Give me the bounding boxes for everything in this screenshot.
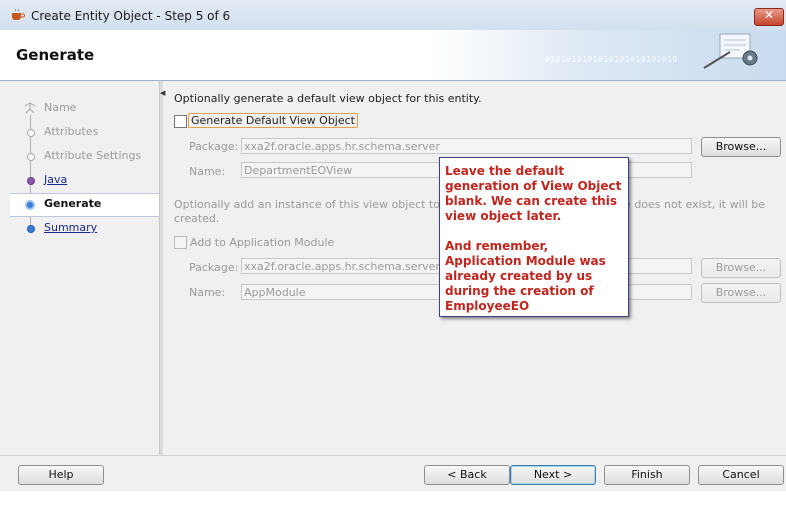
step-node [27, 225, 35, 233]
callout-paragraph-1: Leave the default generation of View Obj… [445, 164, 622, 223]
step-java[interactable]: Java [10, 169, 159, 193]
step-label: Generate [44, 197, 102, 210]
step-label: Name [44, 101, 77, 114]
am-name-browse-button[interactable]: Browse... [701, 283, 781, 303]
finish-button[interactable]: Finish [604, 465, 690, 485]
coffee-cup-icon [12, 9, 25, 20]
add-app-module-label[interactable]: Add to Application Module [190, 236, 334, 249]
generate-view-object-checkbox[interactable] [174, 115, 187, 128]
annotation-callout: Leave the default generation of View Obj… [439, 157, 629, 317]
bottom-strip [0, 491, 786, 512]
close-button[interactable]: ✕ [754, 8, 784, 26]
page-title: Generate [16, 46, 95, 64]
step-node [27, 129, 35, 137]
step-label[interactable]: Java [44, 173, 67, 186]
step-node [27, 153, 35, 161]
generate-view-object-text: Generate Default View Object [191, 114, 355, 127]
step-attribute-settings: Attribute Settings [10, 145, 159, 169]
wizard-body: Name Attributes Attribute Settings Java … [0, 81, 786, 457]
am-package-label: Package: [189, 261, 239, 274]
binary-decoration: 0101010101010101010101010 [545, 55, 678, 64]
back-button[interactable]: < Back [424, 465, 510, 485]
step-summary[interactable]: Summary [10, 217, 159, 241]
step-attributes: Attributes [10, 121, 159, 145]
close-icon: ✕ [763, 8, 775, 22]
wizard-header: Generate 0101010101010101010101010 [0, 30, 786, 81]
step-generate: Generate [10, 193, 159, 217]
dialog-window: Create Entity Object - Step 5 of 6 ✕ Gen… [0, 0, 786, 512]
step-label: Attribute Settings [44, 149, 142, 162]
step-name: Name [10, 97, 159, 121]
app-module-intro: Optionally add an instance of this view … [174, 198, 482, 211]
vo-package-label: Package: [189, 140, 239, 153]
panel-splitter[interactable]: ◀ [160, 81, 166, 457]
am-name-label: Name: [189, 286, 226, 299]
wizard-gear-icon [703, 33, 758, 69]
generate-view-object-label[interactable]: Generate Default View Object [188, 113, 358, 128]
app-module-intro-line2: created. [174, 212, 220, 225]
cancel-button[interactable]: Cancel [698, 465, 784, 485]
window-title: Create Entity Object - Step 5 of 6 [31, 9, 231, 23]
next-button[interactable]: Next > [510, 465, 596, 485]
add-app-module-checkbox[interactable] [174, 236, 187, 249]
steps-panel: Name Attributes Attribute Settings Java … [10, 81, 160, 457]
steps-list: Name Attributes Attribute Settings Java … [10, 97, 159, 241]
view-object-intro: Optionally generate a default view objec… [174, 92, 482, 105]
help-button[interactable]: Help [18, 465, 104, 485]
person-step-icon [24, 102, 36, 114]
step-label[interactable]: Summary [44, 221, 97, 234]
wizard-footer: Help < Back Next > Finish Cancel [0, 455, 786, 492]
step-node [25, 200, 35, 210]
vo-browse-button[interactable]: Browse... [701, 137, 781, 157]
title-bar[interactable]: Create Entity Object - Step 5 of 6 ✕ [0, 0, 786, 31]
vo-name-label: Name: [189, 165, 226, 178]
callout-paragraph-2: And remember, Application Module was alr… [445, 239, 606, 313]
step-label: Attributes [44, 125, 99, 138]
splitter-arrow-icon: ◀ [160, 89, 166, 97]
app-module-intro-tail: le does not exist, it will be [621, 198, 765, 211]
step-node [27, 177, 35, 185]
vo-package-field[interactable]: xxa2f.oracle.apps.hr.schema.server [241, 138, 692, 154]
am-package-browse-button[interactable]: Browse... [701, 258, 781, 278]
